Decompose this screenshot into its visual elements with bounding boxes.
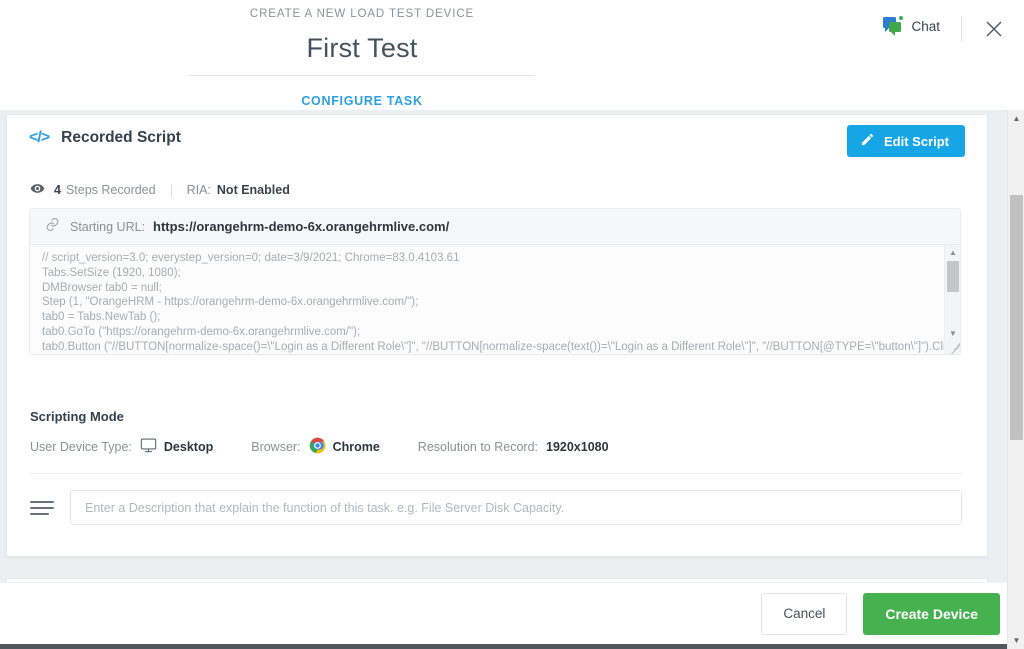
close-icon[interactable] [982,17,1006,41]
code-scrollbar-thumb[interactable] [947,261,959,292]
code-scroll-down-icon[interactable]: ▼ [945,326,960,340]
starting-url-label: Starting URL: [70,219,146,234]
chat-bubble-icon [883,16,904,36]
page-scroll-down-icon[interactable]: ▼ [1008,632,1024,649]
modal-footer: Cancel Create Device [0,582,1024,644]
chat-label: Chat [911,18,940,34]
modal-body: </> Recorded Script Edit Script 4 Steps … [0,110,1024,649]
browser-label: Browser: [251,440,301,454]
ria-value: Not Enabled [216,183,290,197]
recorded-script-header: </> Recorded Script [29,129,181,147]
chat-button[interactable]: Chat [883,16,940,36]
eye-icon [30,181,45,199]
window-bottom-bar [0,644,1024,649]
code-scrollbar[interactable]: ▲ ▼ [944,245,960,354]
code-scroll-up-icon[interactable]: ▲ [945,245,960,259]
page-scrollbar[interactable]: ▲ ▼ [1007,110,1024,649]
resolution-value: 1920x1080 [546,440,609,454]
scripting-mode-title: Scripting Mode [30,409,124,424]
steps-divider [170,183,172,197]
header-divider [961,16,962,42]
modal-header: CREATE A NEW LOAD TEST DEVICE First Test… [0,0,1024,119]
page-title: First Test [306,33,418,63]
browser-value: Chrome [332,440,380,454]
section-divider [30,473,962,474]
recorded-script-card: </> Recorded Script Edit Script 4 Steps … [6,114,988,557]
description-lines-icon [30,499,54,517]
starting-url-value: https://orangehrm-demo-6x.orangehrmlive.… [153,219,450,234]
description-row [30,490,962,525]
title-underline [189,75,535,76]
cancel-button[interactable]: Cancel [761,592,848,635]
ria-label: RIA: [186,183,211,197]
pencil-icon [860,132,875,150]
chrome-icon [309,437,326,457]
page-scroll-up-icon[interactable]: ▲ [1008,110,1024,127]
recorded-script-code-box[interactable]: // script_version=3.0; everystep_version… [29,244,961,355]
section-title: Recorded Script [61,129,181,146]
device-type-label: User Device Type: [30,440,132,454]
recorded-script-code-text: // script_version=3.0; everystep_version… [42,252,944,353]
starting-url-bar: Starting URL: https://orangehrm-demo-6x.… [29,208,961,244]
create-load-test-device-modal: CREATE A NEW LOAD TEST DEVICE First Test… [0,0,1024,649]
edit-script-label: Edit Script [883,133,949,149]
create-device-button[interactable]: Create Device [863,592,1000,635]
monitor-icon [140,438,157,456]
code-resize-grip[interactable] [944,340,960,354]
link-icon [45,217,60,237]
resolution-label: Resolution to Record: [417,440,538,454]
code-tags-icon: </> [29,129,50,146]
device-type-value: Desktop [163,440,214,454]
modal-eyebrow-label: CREATE A NEW LOAD TEST DEVICE [249,8,475,20]
edit-script-button[interactable]: Edit Script [846,125,965,157]
steps-count: 4 [54,183,61,197]
description-input[interactable] [70,490,962,525]
page-scrollbar-thumb[interactable] [1010,195,1023,440]
steps-recorded-row: 4 Steps Recorded RIA: Not Enabled [30,181,290,199]
steps-count-label: Steps Recorded [65,183,156,197]
scripting-mode-row: User Device Type: Desktop Browser: Chrom… [30,437,609,457]
